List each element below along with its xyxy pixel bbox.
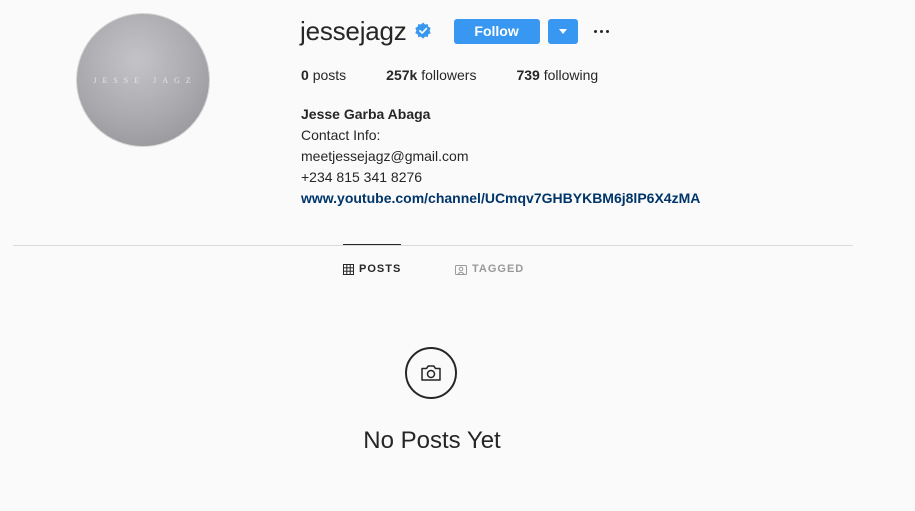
username: jessejagz (300, 15, 407, 46)
verified-badge-icon (414, 22, 432, 40)
posts-stat: 0 posts (301, 67, 346, 83)
bio-website-link[interactable]: www.youtube.com/channel/UCmqv7GHBYKBM6j8… (301, 188, 700, 209)
followers-count: 257k (386, 67, 418, 83)
followers-stat[interactable]: 257k followers (386, 67, 476, 83)
chevron-down-icon (558, 28, 567, 34)
posts-count: 0 (301, 67, 309, 83)
bio-line-email: meetjessejagz@gmail.com (301, 148, 469, 164)
tab-tagged[interactable]: TAGGED (455, 263, 524, 275)
profile-bio: Jesse Garba Abaga Contact Info: meetjess… (301, 104, 700, 209)
bio-line-phone: +234 815 341 8276 (301, 169, 423, 185)
tab-posts-label: POSTS (359, 263, 402, 275)
profile-stats: 0 posts 257k followers 739 following (301, 67, 598, 83)
profile-avatar[interactable]: JESSE JAGZ (76, 13, 210, 147)
active-tab-indicator (343, 244, 401, 245)
tab-tagged-label: TAGGED (472, 263, 525, 275)
bio-line-contact: Contact Info: (301, 127, 381, 143)
posts-label: posts (312, 67, 347, 83)
suggested-dropdown-button[interactable] (547, 18, 578, 44)
profile-header: jessejagz Follow (300, 16, 609, 46)
tabs-divider (13, 245, 853, 246)
following-stat[interactable]: 739 following (516, 67, 598, 83)
more-options-icon[interactable] (593, 21, 609, 41)
following-label: following (543, 67, 599, 83)
avatar-logo-text: JESSE JAGZ (93, 75, 197, 85)
camera-icon (405, 347, 457, 399)
tagged-icon (455, 264, 467, 275)
following-count: 739 (516, 67, 540, 83)
grid-icon (343, 263, 354, 275)
empty-state-message: No Posts Yet (363, 427, 501, 454)
follow-button[interactable]: Follow (453, 18, 540, 44)
full-name: Jesse Garba Abaga (301, 106, 431, 122)
tab-posts[interactable]: POSTS (343, 263, 401, 275)
followers-label: followers (421, 67, 477, 83)
